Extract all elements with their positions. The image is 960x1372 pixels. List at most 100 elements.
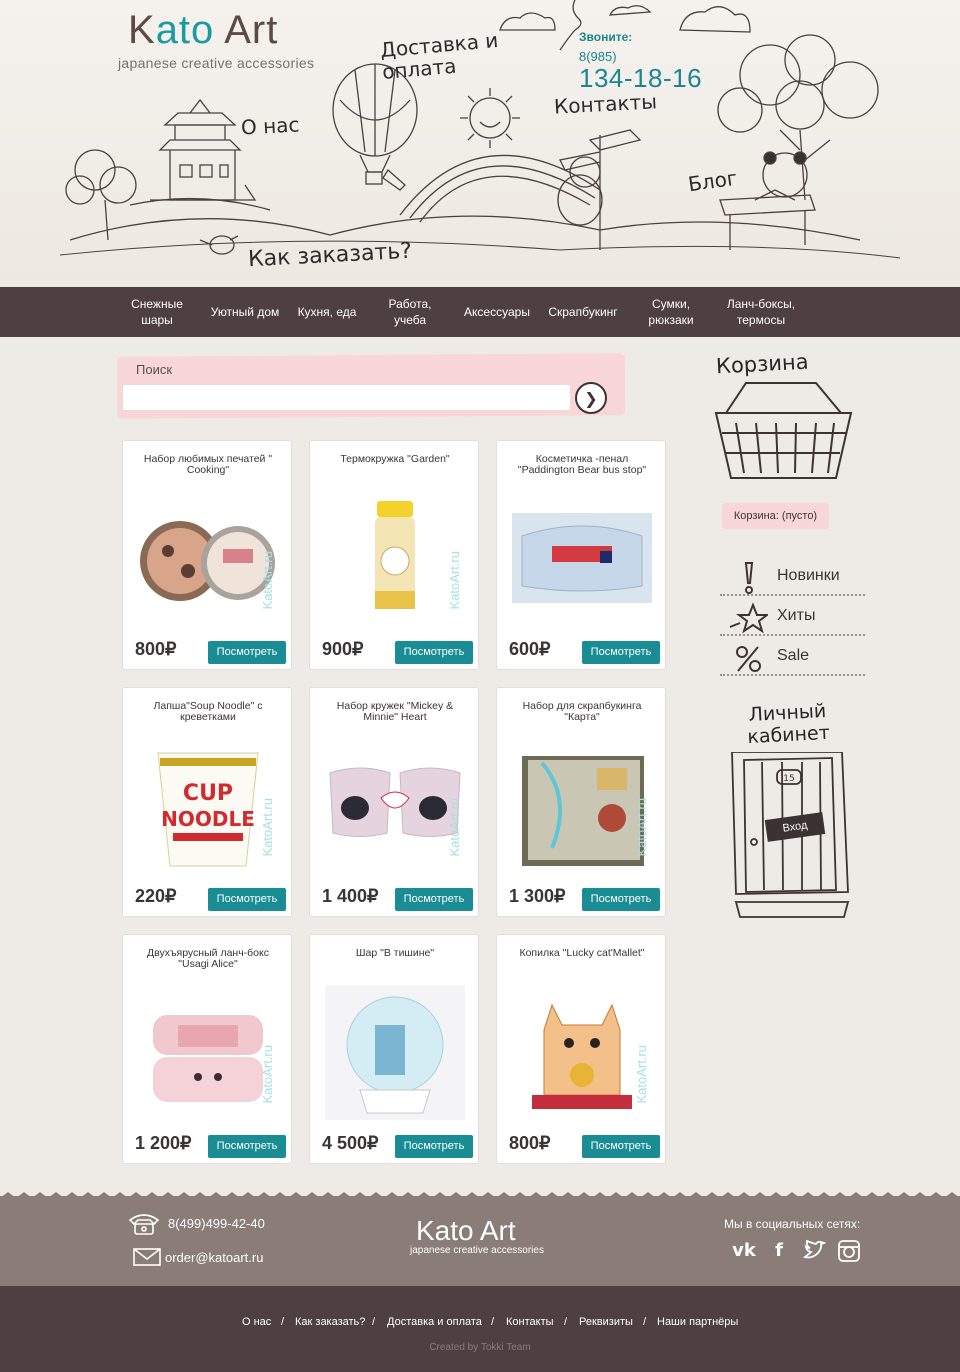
product-title: Лапша"Soup Noodle" с креветками <box>153 700 263 723</box>
product-card[interactable]: Шар "В тишине" 4 500₽ Посмотреть <box>309 934 479 1164</box>
view-product-button[interactable]: Посмотреть <box>208 1135 286 1158</box>
footer-separator: / <box>564 1316 568 1328</box>
product-watermark: KatoArt.ru <box>260 551 275 610</box>
site-logo[interactable]: Kato Art <box>128 8 278 53</box>
sidebar-item-sale[interactable]: Sale <box>720 638 865 676</box>
sidebar-item-label: Новинки <box>777 567 840 584</box>
product-image-thermo-mug <box>375 501 415 609</box>
product-image-lunch-box <box>153 1015 263 1102</box>
nav-item-accessories[interactable]: Аксессуары <box>458 287 536 337</box>
nav-item-lunchboxes[interactable]: Ланч-боксы, термосы <box>718 287 804 337</box>
arrow-right-icon: ❯ <box>584 388 598 408</box>
envelope-icon <box>133 1248 161 1266</box>
bird-drawing <box>199 235 239 255</box>
product-card[interactable]: Набор для скрапбукинга "Карта" KatoArt.r… <box>496 687 666 917</box>
footer-separator: / <box>372 1316 376 1328</box>
sidebar-item-label: Sale <box>777 647 810 664</box>
product-price: 1 300₽ <box>509 886 566 906</box>
header-banner: Kato Art japanese creative accessories Д… <box>0 0 960 287</box>
product-image-scrapbook-kit <box>522 756 644 866</box>
product-card[interactable]: Набор любимых печатей " Cooking" KatoArt… <box>122 440 292 670</box>
cart-status[interactable]: Корзина: (пусто) <box>722 503 829 529</box>
twitter-icon[interactable] <box>802 1239 826 1263</box>
logo-letter-k: K <box>128 8 156 52</box>
product-title: Косметичка -пенал "Paddington Bear bus s… <box>517 453 647 476</box>
product-price: 600₽ <box>509 639 551 659</box>
main-nav: Снежные шары Уютный дом Кухня, еда Работ… <box>0 287 960 337</box>
view-product-button[interactable]: Посмотреть <box>208 641 286 664</box>
instagram-icon[interactable] <box>837 1239 861 1263</box>
product-title: Набор для скрапбукинга "Карта" <box>522 700 642 723</box>
sidebar-item-hits[interactable]: Хиты <box>720 598 865 636</box>
search-input[interactable] <box>122 384 571 411</box>
footer-phone[interactable]: 8(499)499-42-40 <box>168 1216 265 1231</box>
facebook-icon[interactable]: f <box>767 1239 791 1263</box>
product-price: 220₽ <box>135 886 177 906</box>
product-image-mugs <box>329 767 461 837</box>
nav-item-kitchen[interactable]: Кухня, еда <box>290 287 364 337</box>
nav-item-home[interactable]: Уютный дом <box>205 287 285 337</box>
view-product-button[interactable]: Посмотреть <box>395 1135 473 1158</box>
about-link[interactable]: О нас <box>240 112 300 139</box>
footer-logo[interactable]: Kato Art <box>416 1215 516 1247</box>
call-number[interactable]: 134-18-16 <box>579 63 702 94</box>
product-watermark: KatoArt.ru <box>447 798 462 857</box>
product-card[interactable]: Набор кружек "Mickey & Minnie" Heart Kat… <box>309 687 479 917</box>
basket-icon[interactable] <box>706 378 856 493</box>
call-prefix: 8(985) <box>579 49 617 64</box>
phone-icon <box>128 1214 160 1235</box>
product-price: 1 200₽ <box>135 1133 192 1153</box>
nav-item-snow-globes[interactable]: Снежные шары <box>122 287 192 337</box>
cart-title: Корзина <box>715 349 810 379</box>
cabinet-title: Личный кабинет <box>746 699 831 749</box>
hot-air-balloon-drawing <box>332 63 418 191</box>
product-image-lucky-cat <box>532 1003 632 1109</box>
footer-email[interactable]: order@katoart.ru <box>165 1250 263 1265</box>
product-title: Копилка "Lucky cat'Mallet" <box>519 947 645 959</box>
footer-separator: / <box>491 1316 495 1328</box>
product-price: 800₽ <box>509 1133 551 1153</box>
product-watermark: KatoArt.ru <box>634 1045 649 1104</box>
footer-bottom <box>0 1286 960 1372</box>
search-submit-button[interactable]: ❯ <box>575 382 607 414</box>
footer-link-delivery[interactable]: Доставка и оплата <box>387 1316 482 1328</box>
product-watermark: KatoArt.ru <box>260 1045 275 1104</box>
product-title: Набор кружек "Mickey & Minnie" Heart <box>336 700 454 723</box>
footer-link-contacts[interactable]: Контакты <box>506 1316 554 1328</box>
view-product-button[interactable]: Посмотреть <box>582 641 660 664</box>
footer-separator: / <box>281 1316 285 1328</box>
call-label: Звоните: <box>579 30 633 44</box>
product-card[interactable]: Двухъярусный ланч-бокс "Usagi Alice" Kat… <box>122 934 292 1164</box>
nav-item-work[interactable]: Работа, учеба <box>378 287 442 337</box>
product-card[interactable]: Лапша"Soup Noodle" с креветками CUP NOOD… <box>122 687 292 917</box>
footer-link-how-to-order[interactable]: Как заказать? <box>295 1316 365 1328</box>
footer-link-partners[interactable]: Наши партнёры <box>657 1316 738 1328</box>
product-image-cup-noodle: CUP NOODLE <box>157 752 259 867</box>
star-icon <box>729 602 768 634</box>
search-label: Поиск <box>136 362 173 377</box>
nav-item-bags[interactable]: Сумки, рюкзаки <box>638 287 704 337</box>
view-product-button[interactable]: Посмотреть <box>582 1135 660 1158</box>
exclamation-icon <box>744 562 754 594</box>
footer-link-requisites[interactable]: Реквизиты <box>579 1316 633 1328</box>
product-title: Термокружка "Garden" <box>340 453 450 465</box>
footer-credit: Created by Tokki Team <box>429 1342 531 1353</box>
product-price: 4 500₽ <box>322 1133 379 1153</box>
footer-link-about[interactable]: О нас <box>242 1316 271 1328</box>
product-image-pencil-case <box>512 513 652 603</box>
product-title: Шар "В тишине" <box>355 947 435 959</box>
sun-drawing <box>460 88 520 148</box>
logo-accent-text: ato <box>155 8 215 52</box>
product-image-snow-globe <box>325 985 465 1120</box>
sidebar-item-new[interactable]: Новинки <box>720 558 865 596</box>
product-card[interactable]: Термокружка "Garden" KatoArt.ru 900₽ Пос… <box>309 440 479 670</box>
view-product-button[interactable]: Посмотреть <box>395 641 473 664</box>
view-product-button[interactable]: Посмотреть <box>208 888 286 911</box>
view-product-button[interactable]: Посмотреть <box>395 888 473 911</box>
product-card[interactable]: Косметичка -пенал "Paddington Bear bus s… <box>496 440 666 670</box>
vk-icon[interactable]: vk <box>732 1239 756 1263</box>
product-card[interactable]: Копилка "Lucky cat'Mallet" KatoArt.ru 80… <box>496 934 666 1164</box>
view-product-button[interactable]: Посмотреть <box>582 888 660 911</box>
nav-item-scrapbooking[interactable]: Скрапбукинг <box>542 287 624 337</box>
footer-separator: / <box>643 1316 647 1328</box>
